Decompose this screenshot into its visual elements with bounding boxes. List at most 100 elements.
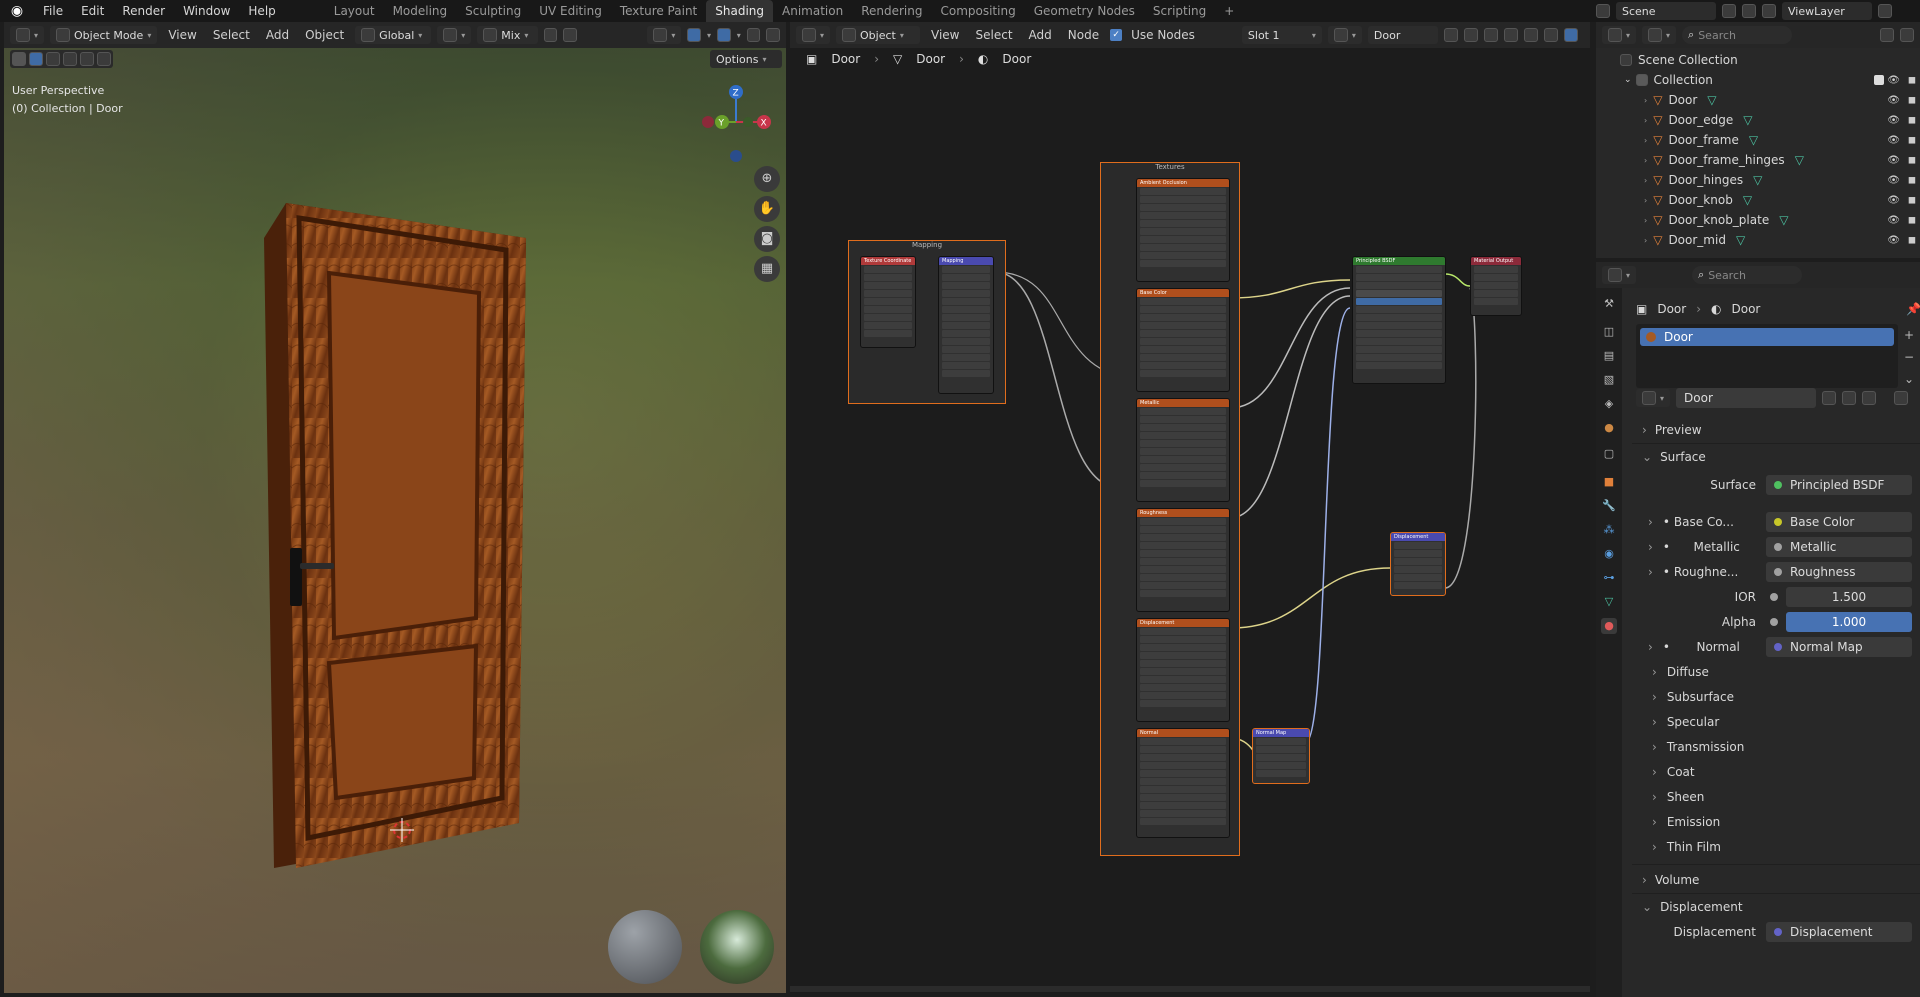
node-menu-select[interactable]: Select xyxy=(971,28,1018,42)
metallic-field[interactable]: Metallic xyxy=(1766,537,1912,557)
use-nodes-checkbox[interactable]: ✓ Use Nodes xyxy=(1110,28,1200,42)
duplicate-material-icon[interactable] xyxy=(1463,28,1478,42)
tab-compositing[interactable]: Compositing xyxy=(931,0,1024,22)
falloff-icon[interactable] xyxy=(563,28,578,42)
base-color-row[interactable]: › • Base Co... xyxy=(1648,511,1734,533)
metallic-texture-node[interactable]: Metallic xyxy=(1136,398,1230,502)
menu-edit[interactable]: Edit xyxy=(72,0,113,22)
zoom-icon[interactable]: ⊕ xyxy=(754,166,780,192)
select-invert-icon[interactable] xyxy=(80,52,94,66)
fake-user-icon[interactable] xyxy=(1443,28,1458,42)
normal-texture-node[interactable]: Normal xyxy=(1136,728,1230,838)
ambient-occlusion-texture-node[interactable]: Ambient Occlusion xyxy=(1136,178,1230,282)
tab-modeling[interactable]: Modeling xyxy=(384,0,457,22)
menu-select[interactable]: Select xyxy=(208,28,255,42)
displacement-panel-header[interactable]: ⌄ Displacement xyxy=(1642,896,1743,918)
ior-socket-icon[interactable] xyxy=(1770,593,1778,601)
roughness-field[interactable]: Roughness xyxy=(1766,562,1912,582)
display-mode-dropdown[interactable]: ▾ xyxy=(1642,26,1677,44)
base-color-texture-node[interactable]: Base Color xyxy=(1136,288,1230,392)
snap-node-icon[interactable] xyxy=(1523,28,1538,42)
outliner-item[interactable]: › ▽ Door_knob ▽ 👁 ◼ xyxy=(1596,190,1920,210)
collection-row[interactable]: ⌄ Collection 👁 ◼ xyxy=(1596,70,1920,90)
duplicate-icon[interactable] xyxy=(1842,391,1857,405)
scene-selector[interactable]: Scene xyxy=(1616,2,1716,20)
surface-shader-field[interactable]: Principled BSDF xyxy=(1766,475,1912,495)
gizmo-toggle-icon[interactable] xyxy=(687,28,702,42)
node-menu-node[interactable]: Node xyxy=(1063,28,1104,42)
material-output-node[interactable]: Material Output xyxy=(1470,256,1522,316)
unlink-icon[interactable] xyxy=(1862,391,1877,405)
displacement-texture-node[interactable]: Displacement xyxy=(1136,618,1230,722)
roughness-row[interactable]: › • Roughne... xyxy=(1648,561,1738,583)
normal-map-node[interactable]: Normal Map xyxy=(1252,728,1310,784)
material-tab-icon[interactable]: ● xyxy=(1601,618,1617,634)
surface-panel-header[interactable]: ⌄ Surface xyxy=(1642,446,1706,468)
select-extend-icon[interactable] xyxy=(46,52,60,66)
new-scene-icon[interactable] xyxy=(1722,4,1736,18)
coat-subpanel[interactable]: › Coat xyxy=(1652,761,1695,783)
link-mode-icon[interactable] xyxy=(1894,391,1909,405)
outliner-item[interactable]: › ▽ Door_mid ▽ 👁 ◼ xyxy=(1596,230,1920,250)
tab-layout[interactable]: Layout xyxy=(325,0,384,22)
unlink-material-icon[interactable] xyxy=(1483,28,1498,42)
outliner-item[interactable]: › ▽ Door ▽ 👁 ◼ xyxy=(1596,90,1920,110)
eye-icon[interactable]: 👁 xyxy=(1887,175,1900,186)
eye-icon[interactable]: 👁 xyxy=(1887,215,1900,226)
select-intersect-icon[interactable] xyxy=(97,52,111,66)
eye-icon[interactable]: 👁 xyxy=(1887,235,1900,246)
displacement-field[interactable]: Displacement xyxy=(1766,922,1912,942)
sheen-subpanel[interactable]: › Sheen xyxy=(1652,786,1704,808)
menu-render[interactable]: Render xyxy=(113,0,174,22)
view-layer-tab-icon[interactable]: ▧ xyxy=(1601,372,1617,388)
collection-tab-icon[interactable]: ▢ xyxy=(1601,446,1617,462)
grid-view-icon[interactable]: ▦ xyxy=(754,256,780,282)
pin-icon[interactable]: 📌 xyxy=(1906,302,1920,316)
shading-wire-icon[interactable] xyxy=(766,28,781,42)
shader-node-editor[interactable]: ▣ Door › ▽ Door › ◐ Door Mapping Texture C… xyxy=(790,48,1590,993)
metallic-row[interactable]: › • Metallic xyxy=(1648,536,1740,558)
add-workspace-button[interactable]: + xyxy=(1215,0,1243,22)
menu-object[interactable]: Object xyxy=(300,28,349,42)
filter-icon[interactable] xyxy=(1880,28,1894,42)
output-tab-icon[interactable]: ▤ xyxy=(1601,348,1617,364)
preview-panel-header[interactable]: › Preview xyxy=(1642,419,1702,441)
alpha-value-slider[interactable]: 1.000 xyxy=(1786,612,1912,632)
overlay-toggle-icon[interactable] xyxy=(717,28,731,42)
outliner-item[interactable]: › ▽ Door_hinges ▽ 👁 ◼ xyxy=(1596,170,1920,190)
shading-toggle-icon[interactable] xyxy=(1563,28,1578,42)
eye-icon[interactable]: 👁 xyxy=(1887,115,1900,126)
camera-icon[interactable]: ◼ xyxy=(1908,75,1916,86)
navigation-gizmo[interactable]: Z X Y xyxy=(694,78,784,168)
add-slot-button[interactable]: + xyxy=(1902,324,1916,346)
3d-viewport[interactable]: Options ▾ User Perspective (0) Collection… xyxy=(4,48,786,993)
new-collection-icon[interactable] xyxy=(1900,28,1914,42)
shader-type-dropdown[interactable]: Object ▾ xyxy=(836,26,921,44)
outliner-item[interactable]: › ▽ Door_frame_hinges ▽ 👁 ◼ xyxy=(1596,150,1920,170)
options-dropdown[interactable]: Options ▾ xyxy=(710,50,782,68)
transmission-subpanel[interactable]: › Transmission xyxy=(1652,736,1744,758)
delete-scene-icon[interactable] xyxy=(1742,4,1756,18)
tab-rendering[interactable]: Rendering xyxy=(852,0,931,22)
volume-panel-header[interactable]: › Volume xyxy=(1642,869,1699,891)
blender-logo-icon[interactable]: ◉ xyxy=(0,3,34,19)
data-tab-icon[interactable]: ▽ xyxy=(1601,594,1617,610)
tab-uv-editing[interactable]: UV Editing xyxy=(530,0,611,22)
outliner-item[interactable]: › ▽ Door_knob_plate ▽ 👁 ◼ xyxy=(1596,210,1920,230)
mapping-node[interactable]: Mapping xyxy=(938,256,994,394)
specular-subpanel[interactable]: › Specular xyxy=(1652,711,1719,733)
tab-sculpting[interactable]: Sculpting xyxy=(456,0,530,22)
node-editor-type-dropdown[interactable]: ▾ xyxy=(796,26,831,44)
menu-file[interactable]: File xyxy=(34,0,72,22)
normal-field[interactable]: Normal Map xyxy=(1766,637,1912,657)
eye-icon[interactable]: 👁 xyxy=(1887,95,1900,106)
tab-shading[interactable]: Shading xyxy=(706,0,773,22)
displacement-node[interactable]: Displacement xyxy=(1390,532,1446,596)
collapse-chevron-icon[interactable]: ⌄ xyxy=(1624,75,1632,85)
collection-checkbox[interactable] xyxy=(1874,75,1884,85)
camera-icon[interactable]: ◼ xyxy=(1908,195,1916,206)
tab-scripting[interactable]: Scripting xyxy=(1144,0,1215,22)
outliner-type-dropdown[interactable]: ▾ xyxy=(1602,26,1637,44)
outliner-search-input[interactable]: ⌕ Search xyxy=(1682,26,1793,44)
remove-slot-button[interactable]: − xyxy=(1902,346,1916,368)
